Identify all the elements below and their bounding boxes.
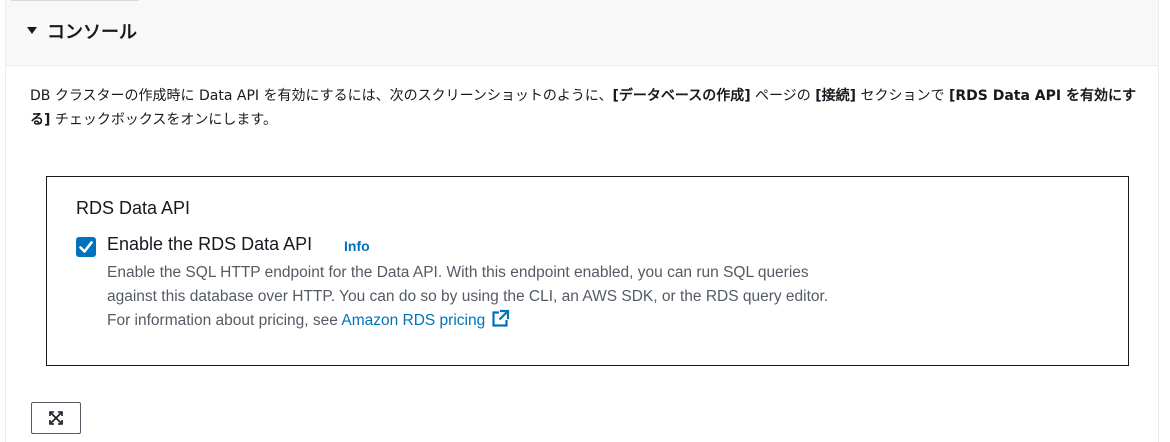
section-description: DB クラスターの作成時に Data API を有効にするには、次のスクリーンシ… [30, 84, 1150, 132]
expand-image-button[interactable] [31, 402, 81, 434]
top-tab-edge [11, 0, 139, 4]
enable-data-api-checkbox[interactable] [76, 237, 96, 257]
enable-data-api-label[interactable]: Enable the RDS Data API [107, 234, 312, 255]
checkmark-icon [79, 241, 93, 253]
console-expandable-section: コンソール DB クラスターの作成時に Data API を有効にするには、次の… [5, 0, 1159, 442]
section-header[interactable]: コンソール [6, 0, 1158, 66]
description-text-4: チェックボックスをオンにします。 [50, 112, 278, 128]
amazon-rds-pricing-link[interactable]: Amazon RDS pricing [341, 312, 485, 329]
rds-data-api-screenshot: RDS Data API Enable the RDS Data API Inf… [46, 176, 1129, 366]
expand-icon [49, 411, 63, 425]
caret-down-icon[interactable] [27, 27, 37, 34]
enable-data-api-description: Enable the SQL HTTP endpoint for the Dat… [107, 261, 847, 336]
description-text-1: DB クラスターの作成時に Data API を有効にするには、次のスクリーンシ… [30, 88, 613, 104]
info-link[interactable]: Info [344, 238, 370, 254]
description-text-2: ページの [750, 88, 816, 104]
section-title[interactable]: コンソール [47, 18, 137, 44]
description-bold-connectivity: [接続] [815, 88, 857, 104]
external-link-icon[interactable] [491, 309, 510, 336]
description-bold-create-database: [データベースの作成] [612, 88, 751, 104]
rds-data-api-heading: RDS Data API [76, 198, 191, 218]
description-text-3: セクションで [856, 88, 949, 104]
